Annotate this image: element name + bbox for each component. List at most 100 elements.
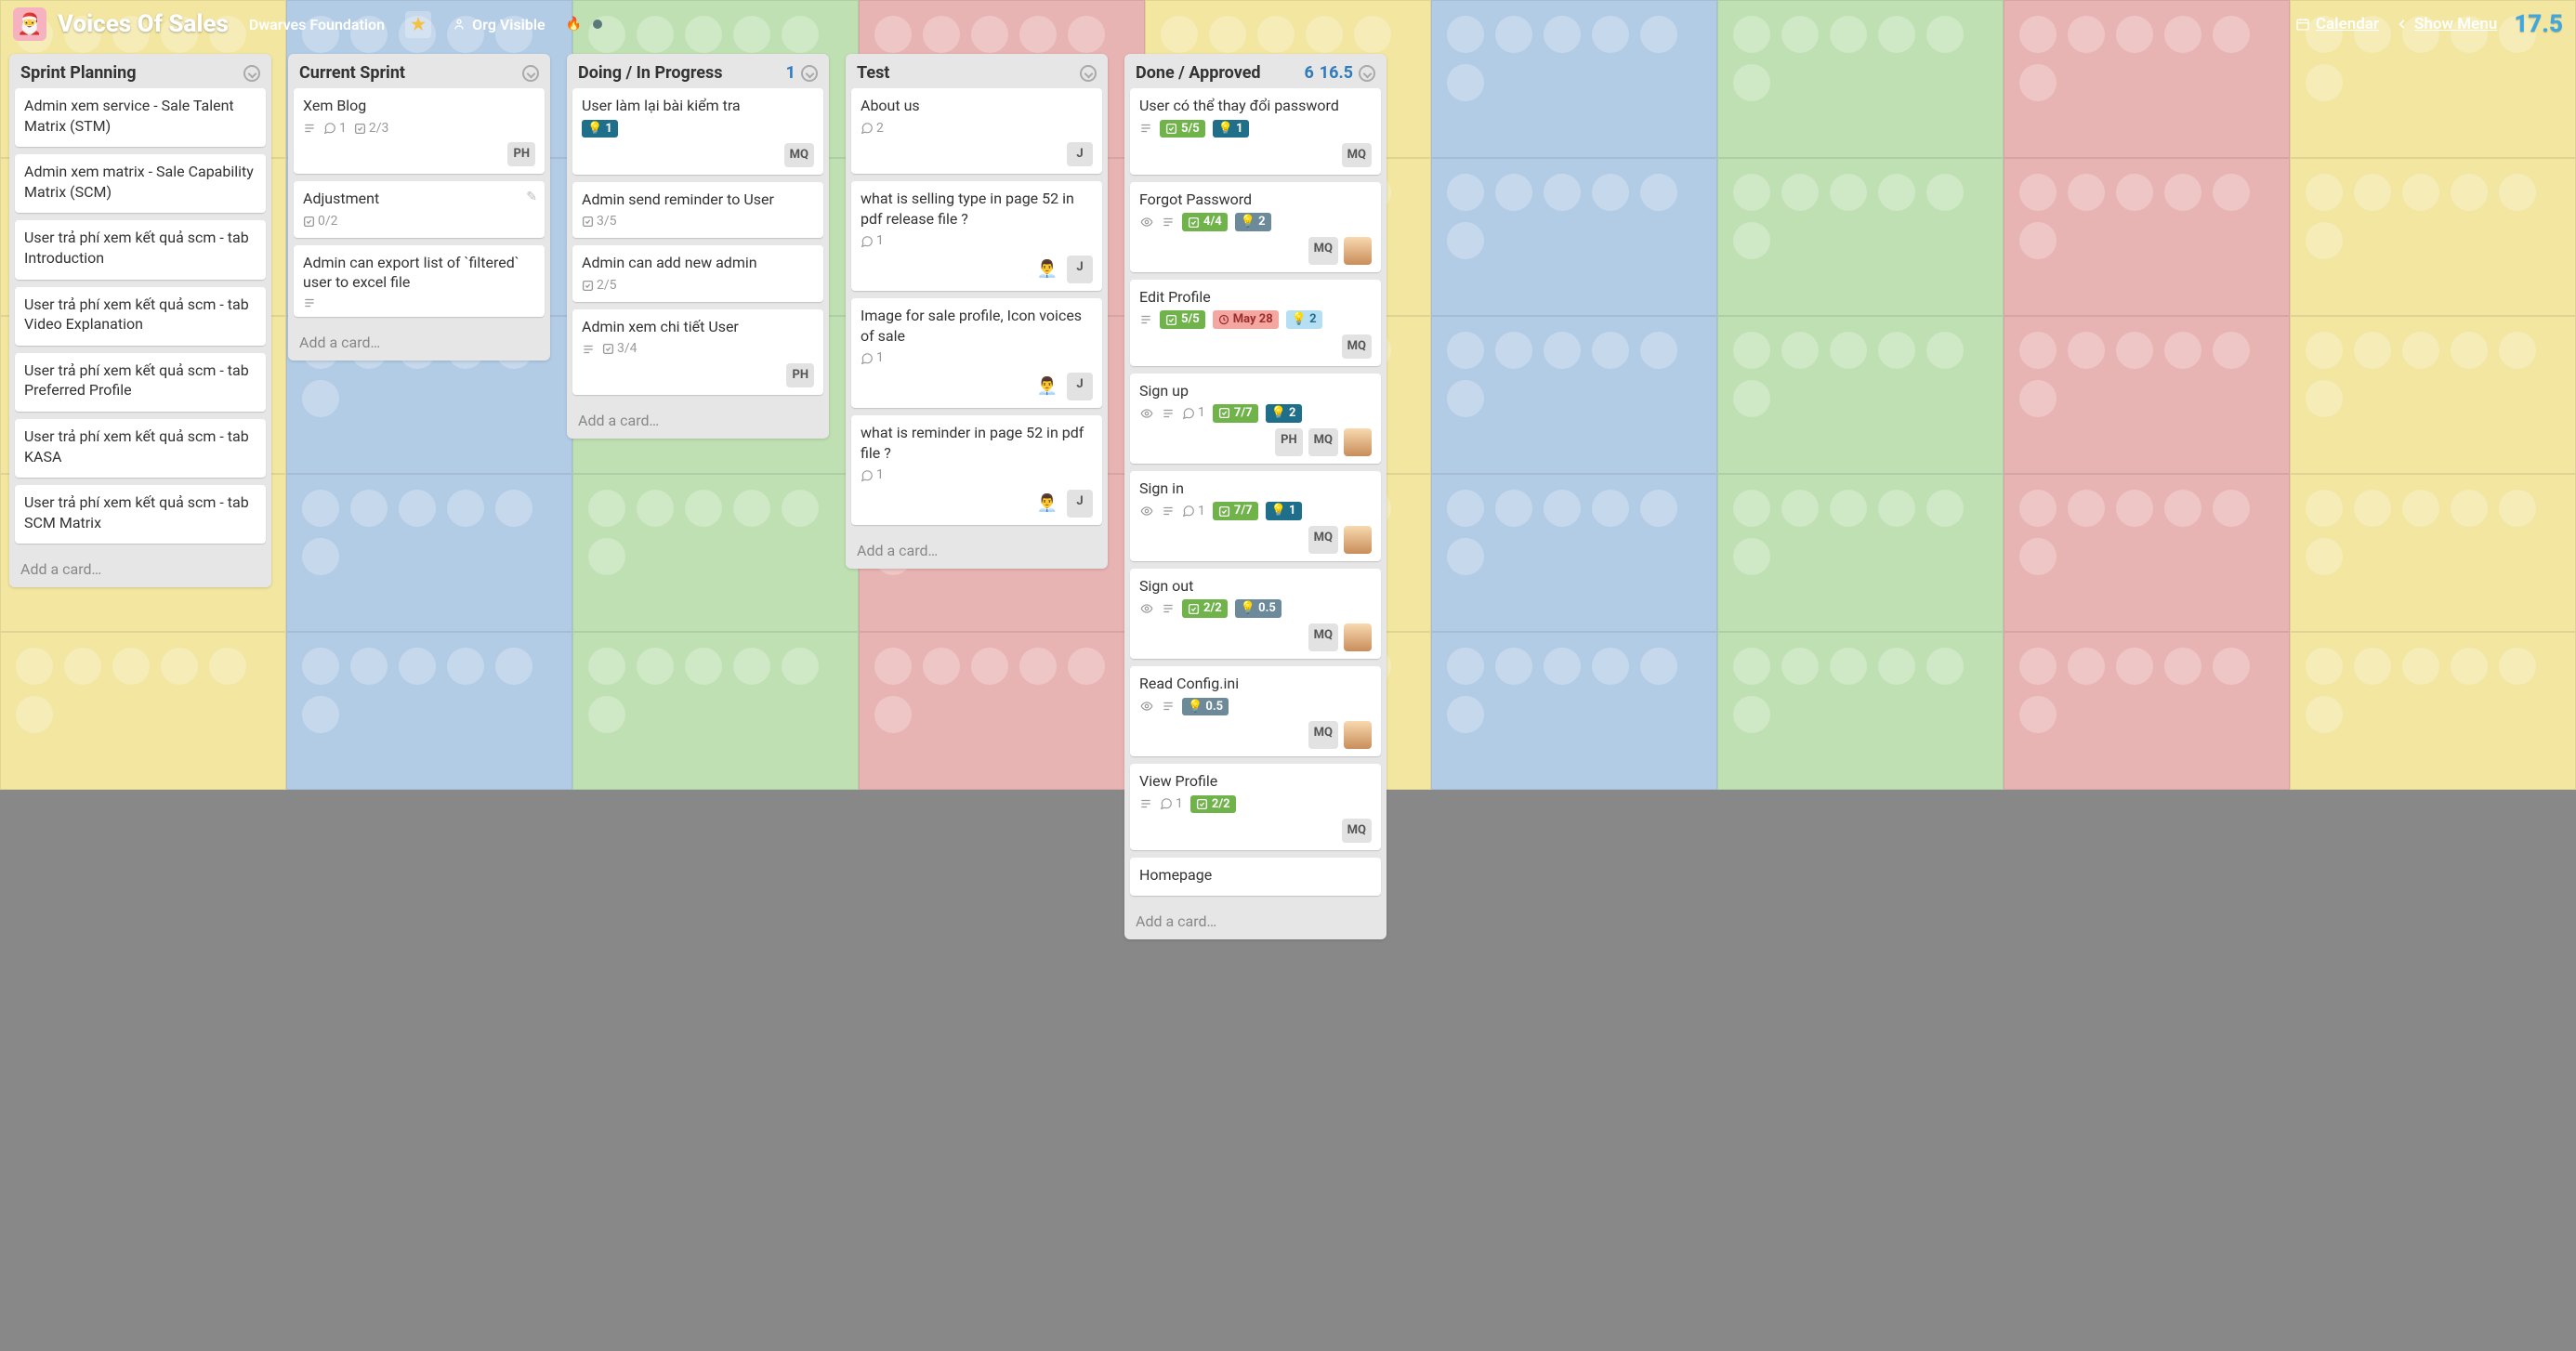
calendar-link[interactable]: Calendar <box>2295 15 2379 33</box>
card[interactable]: what is selling type in page 52 in pdf r… <box>851 181 1102 291</box>
member-chip[interactable]: MQ <box>1342 143 1372 167</box>
card[interactable]: Read Config.ini💡 0.5MQ <box>1130 666 1381 756</box>
list-header[interactable]: Sprint Planning <box>9 54 271 88</box>
card[interactable]: Image for sale profile, Icon voices of s… <box>851 298 1102 408</box>
list-menu-icon[interactable] <box>243 65 260 82</box>
card[interactable]: Admin xem chi tiết User 3/4PH <box>572 309 823 395</box>
checklist-badge: 7/7 <box>1213 502 1258 520</box>
card[interactable]: User trả phí xem kết quả scm - tab SCM M… <box>15 485 266 544</box>
visibility-button[interactable]: Org Visible <box>442 12 554 37</box>
add-card-button[interactable]: Add a card… <box>9 551 271 587</box>
member-avatar[interactable]: 👨‍💼 <box>1033 373 1061 400</box>
member-chip[interactable]: J <box>1067 142 1093 166</box>
board-logo: 🎅 <box>13 7 46 41</box>
member-avatar[interactable] <box>1344 237 1372 265</box>
board-canvas[interactable]: Sprint Planning Admin xem service - Sale… <box>0 48 2576 1349</box>
comments-badge: 1 <box>1182 404 1205 422</box>
list-header[interactable]: Current Sprint <box>288 54 550 88</box>
card[interactable]: User có thể thay đổi password 5/5💡 1MQ <box>1130 88 1381 175</box>
card[interactable]: User trả phí xem kết quả scm - tab KASA <box>15 419 266 478</box>
list-title: Sprint Planning <box>20 63 137 83</box>
comments-badge: 1 <box>861 466 884 484</box>
card[interactable]: User trả phí xem kết quả scm - tab Video… <box>15 287 266 346</box>
card[interactable]: User làm lại bài kiểm tra💡 1MQ <box>572 88 823 175</box>
card[interactable]: View Profile 1 2/2MQ <box>1130 764 1381 850</box>
card[interactable]: About us 2J <box>851 88 1102 174</box>
member-avatar[interactable] <box>1344 428 1372 456</box>
comments-badge: 1 <box>323 120 347 138</box>
card-members: MQ <box>1139 623 1372 651</box>
member-avatar[interactable] <box>1344 721 1372 749</box>
card[interactable]: Admin xem matrix - Sale Capability Matri… <box>15 154 266 213</box>
list-cards: User làm lại bài kiểm tra💡 1MQ Admin send… <box>567 88 829 402</box>
member-chip[interactable]: PH <box>1275 428 1303 456</box>
card-title: User trả phí xem kết quả scm - tab Intro… <box>24 228 256 268</box>
point-badge: 💡 2 <box>1235 213 1271 231</box>
card-title: User trả phí xem kết quả scm - tab Prefe… <box>24 361 256 400</box>
member-chip[interactable]: PH <box>507 142 535 166</box>
member-chip[interactable]: MQ <box>1342 334 1372 359</box>
card-members: MQ <box>582 143 814 167</box>
list-menu-icon[interactable] <box>1359 65 1375 82</box>
pencil-icon[interactable]: ✎ <box>526 189 537 206</box>
card[interactable]: User trả phí xem kết quả scm - tab Prefe… <box>15 353 266 412</box>
card-badges: 4/4 💡 2 <box>1139 213 1372 231</box>
description-icon <box>1162 602 1175 615</box>
list-menu-icon[interactable] <box>801 65 818 82</box>
card-title: Xem Blog <box>303 96 535 116</box>
member-chip[interactable]: J <box>1067 373 1093 400</box>
list-header[interactable]: Test <box>846 54 1108 88</box>
list-header[interactable]: Done / Approved6 16.5 <box>1124 54 1387 88</box>
org-name[interactable]: Dwarves Foundation <box>240 12 394 37</box>
list-count-primary: 6 <box>1304 63 1313 83</box>
member-avatar[interactable]: 👨‍💼 <box>1033 490 1061 518</box>
member-chip[interactable]: MQ <box>1308 237 1338 265</box>
card-members: 👨‍💼J <box>861 490 1093 518</box>
add-card-button[interactable]: Add a card… <box>567 402 829 439</box>
member-avatar[interactable] <box>1344 623 1372 651</box>
card[interactable]: Homepage <box>1130 858 1381 897</box>
chevron-left-icon <box>2396 18 2409 31</box>
card[interactable]: what is reminder in page 52 in pdf file … <box>851 415 1102 525</box>
checklist-badge: 4/4 <box>1182 213 1228 231</box>
list-header[interactable]: Doing / In Progress1 <box>567 54 829 88</box>
list-cards: Admin xem service - Sale Talent Matrix (… <box>9 88 271 551</box>
card[interactable]: User trả phí xem kết quả scm - tab Intro… <box>15 220 266 279</box>
card[interactable]: Sign up 1 7/7💡 2PHMQ <box>1130 374 1381 464</box>
card[interactable]: Edit Profile 5/5 May 28💡 2MQ <box>1130 280 1381 366</box>
member-chip[interactable]: J <box>1067 256 1093 283</box>
member-chip[interactable]: MQ <box>784 143 814 167</box>
card[interactable]: Admin can add new admin 2/5 <box>572 245 823 301</box>
card-members: PH <box>303 142 535 166</box>
member-chip[interactable]: MQ <box>1308 526 1338 554</box>
member-chip[interactable]: PH <box>786 363 814 387</box>
star-button[interactable]: ★ <box>405 11 431 38</box>
add-card-button[interactable]: Add a card… <box>1124 903 1387 939</box>
member-chip[interactable]: MQ <box>1342 819 1372 843</box>
card[interactable]: Admin send reminder to User 3/5 <box>572 182 823 238</box>
watch-icon <box>1139 216 1154 229</box>
member-chip[interactable]: MQ <box>1308 428 1338 456</box>
list-menu-icon[interactable] <box>1080 65 1097 82</box>
checklist-badge: 2/2 <box>1182 599 1228 618</box>
card[interactable]: Adjustment✎ 0/2 <box>294 181 545 237</box>
card[interactable]: Sign in 1 7/7💡 1MQ <box>1130 471 1381 561</box>
visibility-label: Org Visible <box>472 16 545 33</box>
card[interactable]: Admin xem service - Sale Talent Matrix (… <box>15 88 266 147</box>
list-menu-icon[interactable] <box>522 65 539 82</box>
card-title: Sign in <box>1139 479 1372 499</box>
member-avatar[interactable] <box>1344 526 1372 554</box>
card[interactable]: Forgot Password 4/4💡 2MQ <box>1130 182 1381 272</box>
card-members: MQ <box>1139 334 1372 359</box>
member-chip[interactable]: MQ <box>1308 721 1338 749</box>
card[interactable]: Xem Blog 1 2/3PH <box>294 88 545 174</box>
member-avatar[interactable]: 👨‍💼 <box>1033 256 1061 283</box>
card[interactable]: Admin can export list of `filtered` user… <box>294 245 545 317</box>
add-card-button[interactable]: Add a card… <box>288 324 550 361</box>
board-title[interactable]: Voices Of Sales <box>58 10 229 38</box>
show-menu-button[interactable]: Show Menu <box>2396 15 2497 33</box>
member-chip[interactable]: MQ <box>1308 623 1338 651</box>
card[interactable]: Sign out 2/2💡 0.5MQ <box>1130 569 1381 659</box>
member-chip[interactable]: J <box>1067 490 1093 518</box>
add-card-button[interactable]: Add a card… <box>846 532 1108 569</box>
